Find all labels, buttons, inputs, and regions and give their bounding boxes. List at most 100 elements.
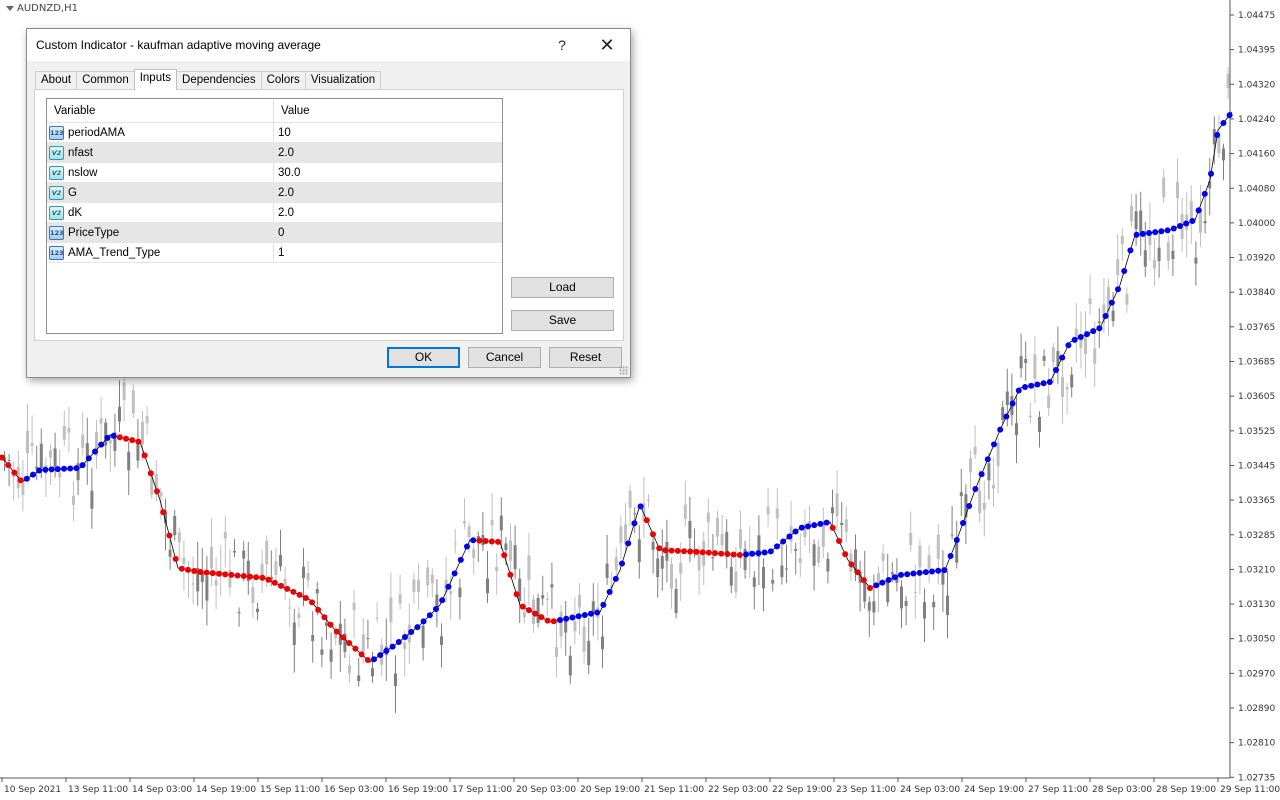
ama-dot bbox=[54, 466, 61, 473]
ama-dot bbox=[1220, 120, 1227, 127]
ama-dot bbox=[513, 591, 520, 598]
ama-dot bbox=[445, 583, 452, 590]
ama-dot bbox=[302, 594, 309, 601]
variable-value[interactable]: 2.0 bbox=[274, 143, 502, 162]
ama-dot bbox=[885, 576, 892, 583]
candle-body bbox=[210, 546, 213, 569]
ama-dot bbox=[929, 568, 935, 575]
ama-dot bbox=[1201, 190, 1208, 197]
tab-about[interactable]: About bbox=[35, 71, 78, 90]
ama-dot bbox=[1090, 328, 1097, 335]
candle-body bbox=[1194, 257, 1198, 264]
input-row-ama-trend-type[interactable]: 123 AMA_Trend_Type 1 bbox=[47, 243, 502, 263]
variable-value[interactable]: 2.0 bbox=[274, 183, 502, 202]
ama-dot bbox=[247, 573, 253, 580]
close-icon[interactable]: ✕ bbox=[589, 32, 625, 58]
ama-dot bbox=[79, 462, 86, 469]
candle-body bbox=[288, 607, 292, 609]
ama-dot bbox=[1195, 207, 1202, 214]
candle-body bbox=[1189, 201, 1193, 221]
ama-dot bbox=[191, 567, 198, 574]
resize-grip-icon[interactable] bbox=[619, 366, 628, 375]
candle-body bbox=[486, 578, 489, 594]
input-row-nslow[interactable]: V2 nslow 30.0 bbox=[47, 163, 502, 183]
load-button[interactable]: Load bbox=[511, 277, 614, 298]
header-variable[interactable]: Variable bbox=[47, 99, 274, 122]
ama-dot bbox=[1189, 218, 1196, 225]
candle-body bbox=[973, 446, 977, 455]
candle-body bbox=[1028, 415, 1032, 418]
save-button[interactable]: Save bbox=[511, 310, 614, 331]
candle-body bbox=[242, 550, 246, 559]
ama-dot bbox=[1071, 336, 1078, 343]
ama-dot bbox=[166, 532, 173, 539]
ama-dot bbox=[464, 543, 470, 550]
input-row-dk[interactable]: V2 dK 2.0 bbox=[47, 203, 502, 223]
ama-dot bbox=[85, 455, 92, 462]
candle-body bbox=[62, 425, 66, 440]
input-row-g[interactable]: V2 G 2.0 bbox=[47, 183, 502, 203]
candle-body bbox=[1038, 416, 1041, 432]
ama-dot bbox=[228, 571, 235, 578]
candle-body bbox=[463, 521, 466, 524]
variable-value[interactable]: 0 bbox=[274, 223, 502, 242]
tab-dependencies[interactable]: Dependencies bbox=[176, 71, 262, 90]
candle-body bbox=[679, 562, 683, 574]
tab-inputs[interactable]: Inputs bbox=[133, 69, 178, 90]
ama-dot bbox=[922, 569, 929, 576]
integer-type-icon: 123 bbox=[49, 245, 64, 260]
help-icon[interactable]: ? bbox=[549, 32, 575, 58]
inputs-grid[interactable]: Variable Value 123 periodAMA 10 V2 nfast 2… bbox=[46, 98, 503, 334]
ama-dot bbox=[172, 555, 179, 562]
ama-dot bbox=[519, 603, 526, 610]
candle-body bbox=[504, 543, 508, 550]
ama-dot bbox=[395, 638, 402, 645]
input-row-nfast[interactable]: V2 nfast 2.0 bbox=[47, 143, 502, 163]
ok-button[interactable]: OK bbox=[387, 347, 460, 368]
variable-value[interactable]: 10 bbox=[274, 123, 502, 142]
dialog-titlebar[interactable]: Custom Indicator - kaufman adaptive movi… bbox=[27, 29, 630, 61]
tab-visualization[interactable]: Visualization bbox=[304, 71, 382, 90]
cancel-button[interactable]: Cancel bbox=[468, 347, 541, 368]
candle-body bbox=[729, 566, 733, 586]
ama-dot bbox=[147, 470, 154, 477]
ama-dot bbox=[904, 571, 911, 578]
ama-dot bbox=[222, 571, 229, 578]
candle-body bbox=[311, 635, 315, 642]
double-type-icon: V2 bbox=[49, 185, 64, 200]
ama-dot bbox=[495, 538, 501, 545]
header-value[interactable]: Value bbox=[274, 99, 502, 122]
price-label: 1.04320 bbox=[1238, 80, 1275, 90]
ama-dot bbox=[873, 582, 880, 589]
variable-value[interactable]: 30.0 bbox=[274, 163, 502, 182]
candle-body bbox=[614, 557, 618, 570]
time-label: 24 Sep 19:00 bbox=[964, 785, 1024, 795]
input-row-periodama[interactable]: 123 periodAMA 10 bbox=[47, 123, 502, 143]
candle-body bbox=[518, 578, 522, 602]
candle-body bbox=[440, 636, 443, 645]
candle-body bbox=[1084, 334, 1087, 354]
tab-common[interactable]: Common bbox=[76, 71, 135, 90]
ama-dot bbox=[48, 466, 55, 473]
variable-value[interactable]: 1 bbox=[274, 243, 502, 262]
candle-body bbox=[1097, 321, 1101, 324]
candle-body bbox=[1134, 211, 1138, 230]
candle-body bbox=[182, 557, 186, 564]
candle-body bbox=[1047, 395, 1051, 409]
variable-value[interactable]: 2.0 bbox=[274, 203, 502, 222]
input-row-pricetype[interactable]: 123 PriceType 0 bbox=[47, 223, 502, 243]
ama-dot bbox=[110, 432, 117, 439]
candle-body bbox=[578, 594, 581, 608]
reset-button[interactable]: Reset bbox=[549, 347, 622, 368]
ama-dot bbox=[569, 614, 576, 621]
double-type-icon: V2 bbox=[49, 145, 64, 160]
ama-dot bbox=[879, 579, 886, 586]
time-label: 29 Sep 11:00 bbox=[1220, 785, 1280, 795]
tab-colors[interactable]: Colors bbox=[260, 71, 306, 90]
ama-dot bbox=[1208, 170, 1214, 177]
candle-body bbox=[421, 625, 425, 648]
time-label: 14 Sep 03:00 bbox=[132, 785, 192, 795]
ama-dot bbox=[953, 537, 960, 544]
candle-body bbox=[674, 588, 678, 614]
candle-body bbox=[357, 675, 361, 682]
